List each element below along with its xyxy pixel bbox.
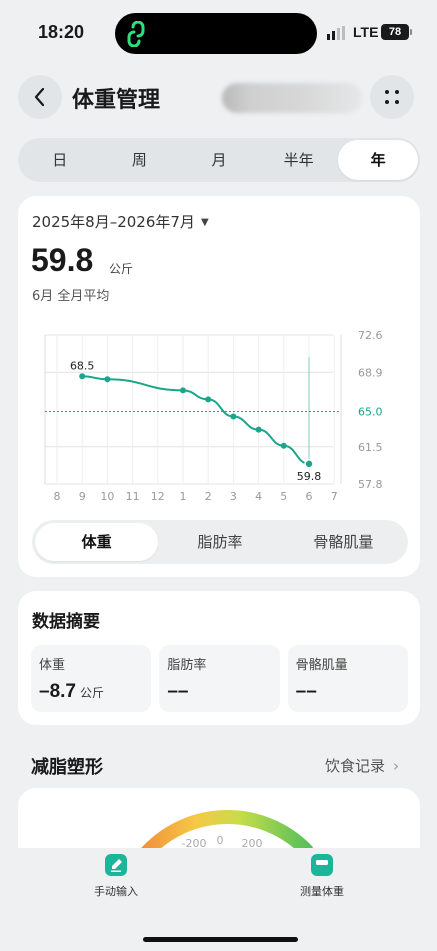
signal-icon [327,26,345,40]
data-label: 68.5 [70,359,95,372]
data-label: 59.8 [297,470,322,483]
cell-unit: 公斤 [79,686,104,700]
data-point [205,396,212,403]
summary-cell-weight[interactable]: 体重 –8.7 公斤 [31,645,152,712]
dots-grid-icon [385,90,399,104]
series-line [82,375,310,465]
scale-icon [311,854,333,876]
data-point [230,413,237,420]
y-tick-label: 61.5 [358,441,383,454]
back-button[interactable] [18,75,62,119]
data-summary-card: 数据摘要 体重 –8.7 公斤 脂肪率 –– 骨骼肌量 –– [18,591,420,725]
dynamic-island [115,13,317,54]
tab-skeletal-muscle[interactable]: 骨骼肌量 [282,523,405,561]
x-tick-label: 3 [230,490,237,503]
data-point [104,376,111,383]
date-range-label: 2025年8月–2026年7月 [32,213,195,231]
fat-loss-title: 减脂塑形 [31,757,103,778]
y-tick-label: 72.6 [358,329,383,342]
cell-value-number: –8.7 [39,681,76,702]
date-range-selector[interactable]: 2025年8月–2026年7月 ▼ [32,211,209,232]
data-point [79,373,86,380]
x-tick-label: 10 [100,490,114,503]
y-tick-label: 57.8 [358,478,383,491]
data-point [255,426,262,433]
bottom-action-bar: 手动输入 测量体重 [0,848,437,951]
data-point [304,459,314,469]
x-tick-label: 8 [54,490,61,503]
y-tick-label: 65.0 [358,406,383,419]
summary-cells: 体重 –8.7 公斤 脂肪率 –– 骨骼肌量 –– [31,645,408,712]
x-tick-label: 6 [306,490,313,503]
tab-day[interactable]: 日 [20,140,100,180]
weight-value: 59.8 [31,242,94,278]
data-point [180,387,186,394]
page-title: 体重管理 [72,88,161,113]
x-tick-label: 4 [255,490,262,503]
caret-down-icon: ▼ [200,217,209,228]
more-button[interactable] [370,75,414,119]
measure-weight-label: 测量体重 [300,885,344,898]
x-tick-label: 5 [280,490,287,503]
cell-label: 脂肪率 [167,658,207,673]
link-icon [127,21,145,47]
data-point [280,442,287,449]
tab-year[interactable]: 年 [338,140,418,180]
user-profile-redacted[interactable] [222,83,362,113]
diet-record-label: 饮食记录 [325,757,386,775]
manual-input-button[interactable]: 手动输入 [56,854,176,899]
y-tick-label: 68.9 [358,366,383,379]
metric-tabs: 体重 脂肪率 骨骼肌量 [32,520,408,564]
cell-value: –– [295,681,317,702]
summary-title: 数据摘要 [32,612,100,632]
home-indicator [143,937,298,942]
chevron-right-icon: › [393,757,400,775]
cell-label: 骨骼肌量 [295,658,348,673]
tab-weight[interactable]: 体重 [35,523,159,561]
chevron-left-icon [34,87,45,107]
battery-icon: 78 [381,24,412,40]
header: 体重管理 [0,75,437,121]
weight-unit: 公斤 [109,262,134,276]
tab-body-fat[interactable]: 脂肪率 [158,523,281,561]
x-tick-label: 7 [331,490,338,503]
weight-chart-card: 2025年8月–2026年7月 ▼ 59.8 公斤 6月 全月平均 72.6 68.… [18,196,420,577]
cell-value: –8.7 公斤 [39,681,143,703]
edit-icon [105,854,127,876]
status-time: 18:20 [38,22,85,42]
x-tick-label: 12 [151,490,165,503]
weight-caption: 6月 全月平均 [32,289,110,304]
manual-input-label: 手动输入 [94,885,138,898]
tab-half-year[interactable]: 半年 [259,140,339,180]
weight-line-chart[interactable]: 72.668.965.061.557.88 9 10 11 12 1 2 3 4 5 6 768.55… [18,326,420,506]
x-tick-label: 11 [126,490,140,503]
tab-month[interactable]: 月 [179,140,259,180]
summary-cell-body-fat[interactable]: 脂肪率 –– [159,645,280,712]
status-bar: 18:20 LTE 78 [0,0,437,64]
x-tick-label: 2 [205,490,212,503]
cell-value: –– [167,681,189,702]
tab-week[interactable]: 周 [100,140,180,180]
summary-cell-skeletal-muscle[interactable]: 骨骼肌量 –– [287,645,408,712]
cell-label: 体重 [39,658,66,673]
x-tick-label: 9 [79,490,86,503]
diet-record-link[interactable]: 饮食记录 › [325,755,399,776]
x-tick-label: 1 [180,490,187,503]
measure-weight-button[interactable]: 测量体重 [262,854,382,899]
gauge-label-zero: 0 [217,834,224,847]
period-tabs: 日 周 月 半年 年 [18,138,420,182]
network-type: LTE [353,24,379,40]
